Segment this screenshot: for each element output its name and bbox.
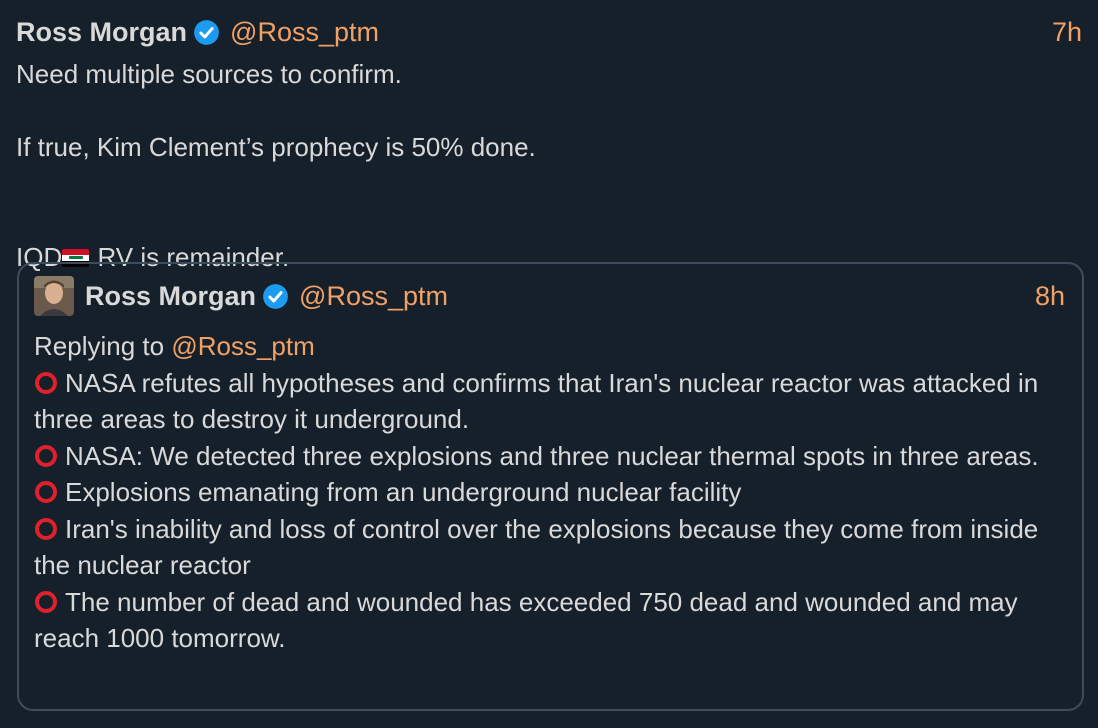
tweet-header: Ross Morgan @Ross_ptm 7h	[16, 14, 1082, 50]
list-item: NASA: We detected three explosions and t…	[34, 438, 1065, 475]
author-handle[interactable]: @Ross_ptm	[230, 17, 379, 48]
tweet[interactable]: Ross Morgan @Ross_ptm 7h Need multiple s…	[0, 0, 1098, 728]
verified-badge-icon	[194, 19, 219, 45]
replying-to-label: Replying to	[34, 331, 172, 361]
author-name[interactable]: Ross Morgan	[16, 17, 187, 48]
red-circle-icon	[35, 590, 57, 613]
iraq-flag-icon	[16, 212, 43, 230]
list-item-text: Iran's inability and loss of control ove…	[34, 513, 1039, 581]
red-circle-icon	[35, 444, 57, 467]
list-item: Iran's inability and loss of control ove…	[34, 511, 1065, 584]
red-circle-icon	[35, 481, 57, 503]
timestamp[interactable]: 7h	[1052, 17, 1082, 48]
replying-to-handle[interactable]: @Ross_ptm	[171, 331, 314, 361]
quoted-author-handle[interactable]: @Ross_ptm	[299, 281, 448, 312]
quoted-tweet-header: Ross Morgan @Ross_ptm 8h	[34, 276, 1065, 316]
tweet-line: If true, Kim Clement’s prophecy is 50% d…	[16, 132, 536, 162]
quoted-tweet-text: Replying to @Ross_ptm NASA refutes all h…	[34, 328, 1065, 657]
tweet-line	[16, 202, 1082, 239]
quoted-tweet[interactable]: Ross Morgan @Ross_ptm 8h Replying to @Ro…	[17, 262, 1084, 711]
verified-badge-icon	[263, 283, 288, 309]
list-item: NASA refutes all hypotheses and confirms…	[34, 365, 1065, 438]
list-item-text: NASA refutes all hypotheses and confirms…	[34, 367, 1039, 435]
red-circle-icon	[35, 371, 57, 394]
avatar[interactable]	[34, 276, 74, 316]
list-item: Explosions emanating from an underground…	[34, 474, 1065, 511]
tweet-line: Need multiple sources to confirm.	[16, 59, 402, 89]
list-item-text: The number of dead and wounded has excee…	[34, 586, 1018, 654]
quoted-timestamp[interactable]: 8h	[1035, 281, 1065, 312]
red-circle-icon	[35, 517, 57, 540]
replying-to: Replying to @Ross_ptm	[34, 328, 1065, 365]
list-item: The number of dead and wounded has excee…	[34, 584, 1065, 657]
tweet-text: Need multiple sources to confirm. If tru…	[16, 56, 1082, 275]
quoted-author-name[interactable]: Ross Morgan	[85, 281, 256, 312]
list-item-text: Explosions emanating from an underground…	[65, 477, 742, 507]
list-item-text: NASA: We detected three explosions and t…	[65, 440, 1039, 471]
